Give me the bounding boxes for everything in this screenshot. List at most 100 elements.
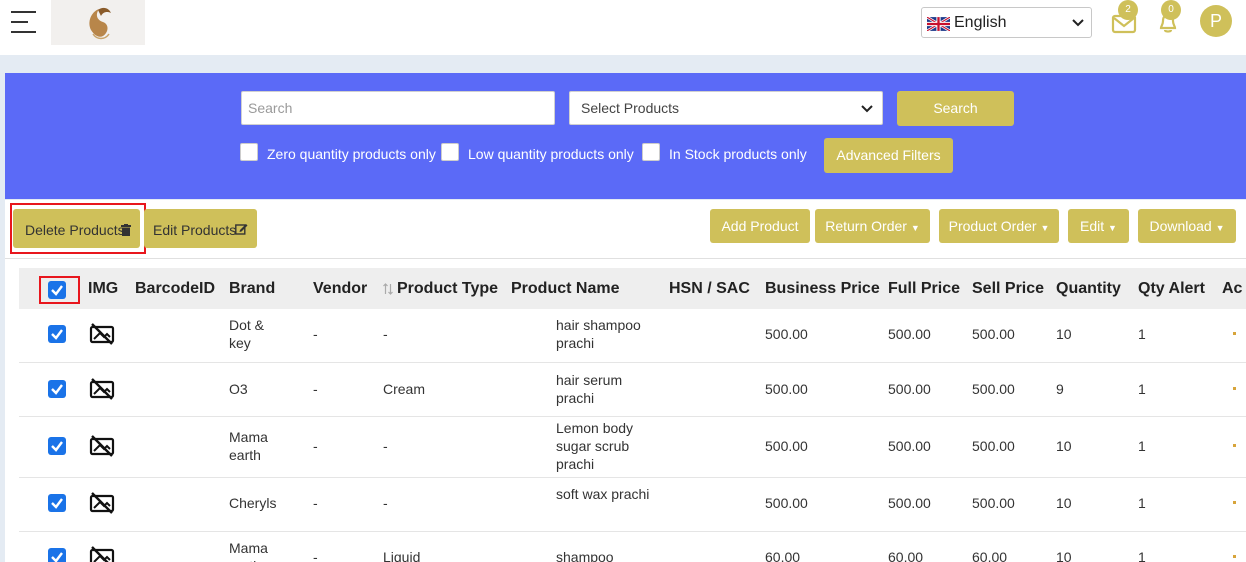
column-header-business-price[interactable]: Business Price <box>765 280 880 298</box>
column-header-qty-alert[interactable]: Qty Alert <box>1138 280 1205 298</box>
search-input[interactable] <box>241 91 555 125</box>
cell-full: 500.00 <box>888 326 931 342</box>
cell-type: Liquid <box>383 549 421 562</box>
sort-icon[interactable] <box>383 283 393 295</box>
in-stock-checkbox[interactable] <box>642 143 660 161</box>
edit-products-button[interactable]: Edit Products <box>144 209 257 248</box>
cell-full: 500.00 <box>888 495 931 511</box>
column-header-hsn-sac[interactable]: HSN / SAC <box>669 280 750 298</box>
column-header-actions[interactable]: Ac <box>1222 280 1242 298</box>
cell-business: 60.00 <box>765 549 801 562</box>
caret-down-icon: ▼ <box>1040 223 1050 233</box>
cell-type: Cream <box>383 381 426 397</box>
divider <box>5 258 1246 259</box>
cell-type: - <box>383 438 388 454</box>
cell-qty: 10 <box>1056 326 1072 342</box>
check-icon <box>51 384 63 395</box>
check-icon <box>51 441 63 452</box>
cell-sell: 500.00 <box>972 326 1015 342</box>
no-image-icon <box>89 322 115 346</box>
cell-business: 500.00 <box>765 438 808 454</box>
zero-quantity-checkbox[interactable] <box>240 143 258 161</box>
cell-vendor: - <box>313 381 318 397</box>
user-avatar[interactable]: P <box>1200 5 1232 37</box>
row-divider <box>19 362 1246 363</box>
column-header-brand[interactable]: Brand <box>229 280 275 298</box>
return-order-button[interactable]: Return Order ▼ <box>815 209 930 243</box>
check-icon <box>51 552 63 562</box>
select-products-dropdown[interactable]: Select Products <box>569 91 883 125</box>
column-header-quantity[interactable]: Quantity <box>1056 280 1121 298</box>
column-header-full-price[interactable]: Full Price <box>888 280 960 298</box>
cell-sell: 60.00 <box>972 549 1008 562</box>
notification-count-badge: 0 <box>1161 0 1181 20</box>
row-divider <box>19 531 1246 532</box>
caret-down-icon: ▼ <box>1108 223 1117 233</box>
row-checkbox[interactable] <box>48 437 66 455</box>
cell-brand: O3 <box>229 381 248 397</box>
column-header-product-type[interactable]: Product Type <box>397 280 498 298</box>
row-checkbox[interactable] <box>48 494 66 512</box>
column-header-vendor[interactable]: Vendor <box>313 280 367 298</box>
edit-menu-button[interactable]: Edit ▼ <box>1068 209 1129 243</box>
cell-name: soft wax prachi <box>556 486 650 502</box>
cell-vendor: - <box>313 438 318 454</box>
cell-sell: 500.00 <box>972 381 1015 397</box>
cell-name: shampoo <box>556 549 614 562</box>
cell-alert: 1 <box>1138 438 1146 454</box>
product-order-button[interactable]: Product Order ▼ <box>939 209 1059 243</box>
column-header-product-name[interactable]: Product Name <box>511 280 619 298</box>
download-button[interactable]: Download ▼ <box>1138 209 1236 243</box>
low-quantity-checkbox[interactable] <box>441 143 459 161</box>
add-product-button[interactable]: Add Product <box>710 209 810 243</box>
cell-full: 500.00 <box>888 381 931 397</box>
language-label: English <box>954 14 1007 31</box>
check-icon <box>51 498 63 509</box>
mail-count-badge: 2 <box>1118 0 1138 20</box>
row-action-icon[interactable] <box>1233 555 1236 558</box>
row-checkbox[interactable] <box>48 380 66 398</box>
search-button[interactable]: Search <box>897 91 1014 126</box>
row-action-icon[interactable] <box>1233 332 1236 335</box>
download-label: Download <box>1149 218 1212 234</box>
uk-flag-icon <box>927 17 950 31</box>
advanced-filters-button[interactable]: Advanced Filters <box>824 138 953 173</box>
cell-sell: 500.00 <box>972 495 1015 511</box>
row-action-icon[interactable] <box>1233 387 1236 390</box>
language-select[interactable]: English <box>921 7 1092 38</box>
row-action-icon[interactable] <box>1233 501 1236 504</box>
chevron-down-icon <box>861 105 873 113</box>
column-header-sell-price[interactable]: Sell Price <box>972 280 1044 298</box>
column-header-img: IMG <box>88 280 119 297</box>
menu-icon[interactable] <box>11 11 36 33</box>
row-divider <box>19 477 1246 478</box>
cell-full: 60.00 <box>888 549 924 562</box>
edit-menu-label: Edit <box>1080 218 1105 234</box>
cell-alert: 1 <box>1138 326 1146 342</box>
select-all-highlight <box>39 276 80 304</box>
cell-business: 500.00 <box>765 326 808 342</box>
cell-qty: 10 <box>1056 438 1072 454</box>
cell-business: 500.00 <box>765 381 808 397</box>
caret-down-icon: ▼ <box>910 223 920 233</box>
caret-down-icon: ▼ <box>1215 223 1225 233</box>
row-divider <box>19 416 1246 417</box>
cell-vendor: - <box>313 495 318 511</box>
cell-brand: Mama earth <box>229 429 268 463</box>
cell-name: hair shampoo prachi <box>556 317 641 351</box>
brand-logo <box>51 0 145 45</box>
edit-icon <box>235 224 248 235</box>
product-order-label: Product Order <box>948 218 1037 234</box>
no-image-icon <box>89 434 115 458</box>
row-action-icon[interactable] <box>1233 444 1236 447</box>
cell-alert: 1 <box>1138 549 1146 562</box>
row-checkbox[interactable] <box>48 325 66 343</box>
return-order-label: Return Order <box>825 218 907 234</box>
no-image-icon <box>89 377 115 401</box>
delete-products-highlight <box>10 203 146 254</box>
cell-name: hair serum prachi <box>556 372 623 406</box>
row-checkbox[interactable] <box>48 548 66 562</box>
cell-brand: Cheryls <box>229 495 277 511</box>
cell-full: 500.00 <box>888 438 931 454</box>
column-header-barcode[interactable]: BarcodeID <box>135 280 215 298</box>
